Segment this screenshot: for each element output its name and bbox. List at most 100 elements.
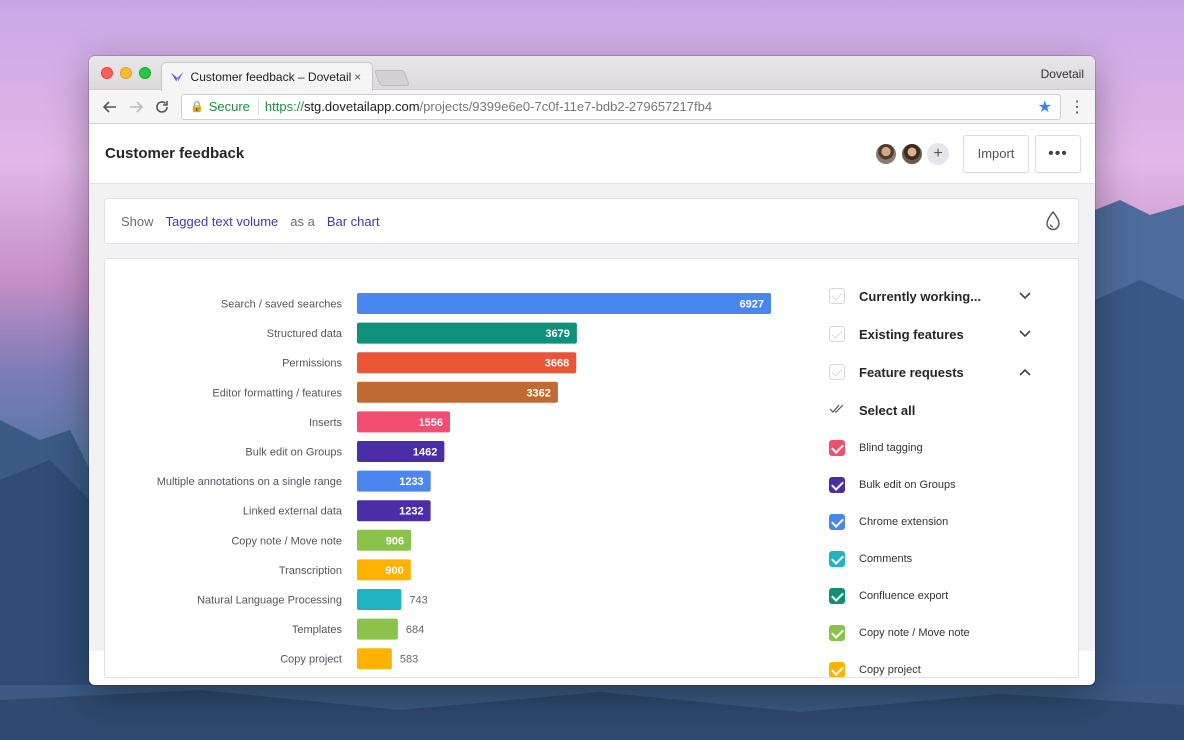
- main-content: Show Tagged text volume as a Bar chart S…: [89, 184, 1095, 678]
- category-label: Natural Language Processing: [197, 595, 342, 607]
- chart-type-selector[interactable]: Bar chart: [327, 214, 380, 229]
- category-label: Inserts: [309, 417, 343, 429]
- app-header: Customer feedback + Import •••: [89, 124, 1095, 184]
- add-collaborator-button[interactable]: +: [927, 142, 949, 165]
- bar[interactable]: [357, 293, 771, 314]
- back-button[interactable]: [97, 95, 123, 119]
- category-label: Copy project: [280, 654, 342, 666]
- bar-value-label: 684: [406, 624, 424, 636]
- new-tab-button[interactable]: [374, 70, 410, 86]
- select-all-row[interactable]: Select all: [829, 391, 1039, 429]
- browser-toolbar: 🔒 Secure https:// stg.dovetailapp.com /p…: [89, 90, 1095, 124]
- url-protocol: https://: [264, 99, 304, 114]
- legend-item[interactable]: Confluence export: [829, 577, 1039, 614]
- minimize-window-button[interactable]: [120, 67, 132, 79]
- browser-tab[interactable]: Customer feedback – Dovetail ×: [161, 62, 373, 91]
- bar-value-label: 1232: [399, 506, 423, 518]
- legend-item-label: Copy project: [859, 663, 921, 676]
- double-check-icon: [829, 403, 845, 417]
- page-title: Customer feedback: [105, 145, 245, 162]
- category-label: Linked external data: [243, 506, 343, 518]
- legend: Currently working... Existing features F…: [829, 277, 1039, 677]
- bar-value-label: 3679: [545, 328, 569, 340]
- bookmark-star-icon[interactable]: ★: [1038, 97, 1052, 117]
- legend-item[interactable]: Bulk edit on Groups: [829, 466, 1039, 503]
- category-label: Editor formatting / features: [212, 387, 342, 399]
- chart-panel: Search / saved searches 6927 Structured da…: [104, 258, 1079, 678]
- legend-item-label: Comments: [859, 552, 913, 565]
- more-options-button[interactable]: •••: [1035, 134, 1081, 173]
- chevron-down-icon[interactable]: [1019, 330, 1031, 338]
- group-checkbox[interactable]: [829, 288, 845, 304]
- legend-checkbox[interactable]: [829, 476, 845, 493]
- forward-button[interactable]: [123, 95, 149, 119]
- category-label: Templates: [292, 624, 343, 636]
- legend-item[interactable]: Blind tagging: [829, 429, 1039, 466]
- chart-options-bar: Show Tagged text volume as a Bar chart: [104, 198, 1079, 244]
- bar-value-label: 1233: [399, 476, 423, 488]
- chevron-down-icon[interactable]: [1019, 292, 1031, 300]
- legend-item[interactable]: Copy project: [829, 651, 1039, 677]
- bar-value-label: 743: [409, 595, 427, 607]
- legend-group-feature-requests[interactable]: Feature requests: [829, 353, 1039, 391]
- zoom-window-button[interactable]: [139, 67, 151, 79]
- tab-close-icon[interactable]: ×: [351, 70, 364, 84]
- legend-checkbox[interactable]: [829, 661, 845, 677]
- bar-value-label: 583: [400, 654, 418, 666]
- browser-window: Customer feedback – Dovetail × Dovetail …: [89, 56, 1095, 685]
- chevron-up-icon[interactable]: [1019, 368, 1031, 376]
- dovetail-logo-icon: [170, 71, 184, 82]
- bar-value-label: 3668: [545, 358, 569, 370]
- bar-value-label: 900: [385, 565, 403, 577]
- bar[interactable]: [357, 322, 577, 344]
- legend-item-label: Blind tagging: [859, 441, 923, 454]
- reload-icon: [156, 100, 168, 113]
- legend-checkbox[interactable]: [829, 513, 845, 530]
- legend-checkbox[interactable]: [829, 587, 845, 604]
- close-window-button[interactable]: [101, 67, 113, 79]
- legend-item[interactable]: Copy note / Move note: [829, 614, 1039, 651]
- bar-value-label: 906: [386, 535, 404, 547]
- secure-label: Secure: [208, 99, 250, 114]
- window-controls: [101, 67, 151, 79]
- legend-item[interactable]: Comments: [829, 540, 1039, 577]
- legend-item-label: Copy note / Move note: [859, 626, 970, 639]
- group-checkbox[interactable]: [829, 326, 845, 342]
- avatar[interactable]: [901, 142, 923, 165]
- import-button[interactable]: Import: [963, 134, 1029, 173]
- select-all-label: Select all: [859, 402, 916, 418]
- category-label: Bulk edit on Groups: [245, 447, 342, 459]
- collaborators: +: [871, 142, 949, 165]
- tab-bar: Customer feedback – Dovetail × Dovetail: [89, 56, 1095, 91]
- category-label: Search / saved searches: [221, 299, 343, 311]
- bar[interactable]: [357, 648, 392, 670]
- avatar[interactable]: [875, 142, 897, 165]
- profile-name[interactable]: Dovetail: [1041, 67, 1084, 81]
- legend-group-label: Feature requests: [859, 364, 964, 380]
- color-drop-icon[interactable]: [1044, 211, 1062, 231]
- legend-checkbox[interactable]: [829, 550, 845, 567]
- category-label: Structured data: [267, 328, 343, 340]
- bar-value-label: 6927: [740, 299, 764, 311]
- address-bar[interactable]: 🔒 Secure https:// stg.dovetailapp.com /p…: [181, 93, 1061, 120]
- metric-selector[interactable]: Tagged text volume: [166, 214, 279, 229]
- show-label: Show: [121, 213, 154, 229]
- url-path: /projects/9399e6e0-7c0f-11e7-bdb2-279657…: [419, 99, 713, 114]
- as-label: as a: [290, 213, 315, 229]
- legend-group-currently-working[interactable]: Currently working...: [829, 277, 1039, 315]
- bar[interactable]: [357, 589, 402, 610]
- legend-item[interactable]: Chrome extension: [829, 503, 1039, 540]
- legend-items: Blind tagging Bulk edit on Groups Chrome e…: [829, 429, 1039, 677]
- browser-menu-icon[interactable]: ⋮: [1067, 97, 1087, 117]
- lock-icon: 🔒: [190, 101, 204, 113]
- reload-button[interactable]: [149, 95, 175, 119]
- group-checkbox[interactable]: [829, 364, 845, 380]
- legend-group-label: Existing features: [859, 326, 964, 342]
- legend-checkbox[interactable]: [829, 439, 845, 456]
- legend-checkbox[interactable]: [829, 624, 845, 641]
- bar[interactable]: [357, 618, 398, 640]
- bar[interactable]: [357, 352, 577, 374]
- legend-item-label: Bulk edit on Groups: [859, 478, 956, 491]
- category-label: Multiple annotations on a single range: [157, 476, 342, 488]
- legend-group-existing-features[interactable]: Existing features: [829, 315, 1039, 353]
